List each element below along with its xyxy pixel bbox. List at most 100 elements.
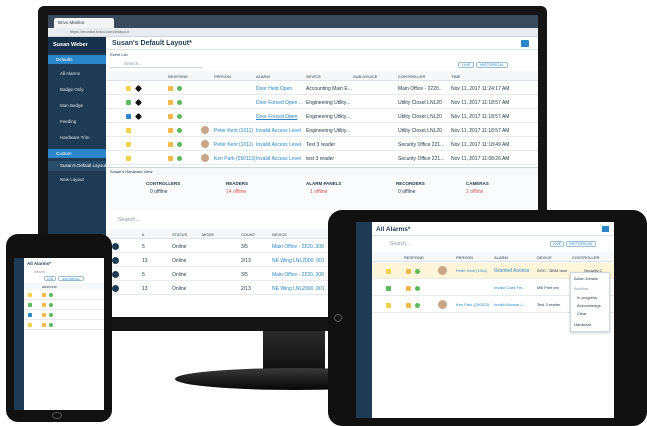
respond-icon[interactable] bbox=[42, 303, 46, 307]
controller-name[interactable]: Utility Closet LNL20 bbox=[398, 128, 442, 134]
hw-device[interactable]: Main Office - 2220..300 bbox=[272, 244, 324, 250]
alarm-name[interactable]: Granted Access bbox=[494, 268, 529, 274]
expand-icon[interactable] bbox=[112, 271, 119, 278]
table-row[interactable] bbox=[24, 321, 104, 330]
device-name[interactable]: DOC - BDM door bbox=[537, 268, 567, 273]
phone-live-button[interactable]: LIVE bbox=[44, 276, 56, 281]
person-name[interactable]: Peter Kent (1011) bbox=[456, 268, 487, 273]
sidebar-item-feeding[interactable]: Feeding bbox=[60, 119, 76, 124]
acknowledge-icon[interactable] bbox=[177, 128, 182, 133]
browser-tab[interactable]: Brivo Monitor bbox=[54, 18, 114, 28]
menu-acknowledge[interactable]: Acknowledge bbox=[577, 303, 601, 308]
acknowledge-icon[interactable] bbox=[49, 303, 53, 307]
device-name[interactable]: Accounting Main E... bbox=[306, 86, 352, 92]
respond-icon[interactable] bbox=[168, 100, 173, 105]
menu-in-progress[interactable]: In progress bbox=[577, 295, 597, 300]
hardware-search[interactable]: Search... bbox=[118, 217, 140, 223]
menu-alarm-details[interactable]: Alarm Details bbox=[574, 276, 598, 281]
respond-icon[interactable] bbox=[406, 303, 411, 308]
acknowledge-icon[interactable] bbox=[177, 114, 182, 119]
respond-icon[interactable] bbox=[168, 114, 173, 119]
phone-search[interactable]: Search... bbox=[34, 270, 48, 274]
acknowledge-icon[interactable] bbox=[49, 323, 53, 327]
acknowledge-icon[interactable] bbox=[49, 293, 53, 297]
acknowledge-icon[interactable] bbox=[177, 142, 182, 147]
acknowledge-icon[interactable] bbox=[415, 269, 420, 274]
acknowledge-icon[interactable] bbox=[177, 156, 182, 161]
grid-menu-icon[interactable] bbox=[521, 40, 529, 47]
tablet-search[interactable]: Search... bbox=[390, 241, 410, 247]
sidebar-item-hardware-trim[interactable]: Hardware Trim bbox=[60, 135, 90, 140]
hw-device[interactable]: NE Wing LNL2000 .001 bbox=[272, 258, 325, 264]
custom-section[interactable]: Custom bbox=[48, 149, 106, 158]
controller-name[interactable]: Security Office 221... bbox=[398, 142, 444, 148]
respond-icon[interactable] bbox=[168, 156, 173, 161]
respond-icon[interactable] bbox=[168, 142, 173, 147]
respond-icon[interactable] bbox=[406, 269, 411, 274]
table-row[interactable]: Peter Kent (1011) Invalid Access Level T… bbox=[106, 138, 538, 151]
controller-name[interactable]: Utility Closet LNL20 bbox=[398, 114, 442, 120]
hw-device[interactable]: NE Wing LNL2000 .001 bbox=[272, 286, 325, 292]
expand-icon[interactable] bbox=[112, 257, 119, 264]
table-row[interactable]: Door Held Open Accounting Main E... Main… bbox=[106, 82, 538, 95]
user-header[interactable]: Susan Weber bbox=[48, 37, 106, 53]
device-name[interactable]: MB Print pm bbox=[537, 285, 559, 290]
acknowledge-icon[interactable] bbox=[177, 100, 182, 105]
person-name[interactable]: Peter Kent (1011) bbox=[214, 142, 253, 148]
grid-menu-icon[interactable] bbox=[602, 226, 609, 232]
sidebar-item-badge-only[interactable]: Badge Only bbox=[60, 87, 84, 92]
acknowledge-icon[interactable] bbox=[49, 313, 53, 317]
device-name[interactable]: Engineering Utility... bbox=[306, 114, 350, 120]
address-bar[interactable]: https://monitor.brivo.com/#/layout bbox=[48, 28, 538, 37]
person-name[interactable]: Peter Kent (1011) bbox=[214, 128, 253, 134]
phone-historical-button[interactable]: HISTORICAL bbox=[58, 276, 84, 281]
device-name[interactable]: Test 3 reader bbox=[537, 302, 560, 307]
alarm-name[interactable]: Invalid Card Fm... bbox=[494, 285, 526, 290]
alarm-name[interactable]: Door Forced Open ... bbox=[256, 100, 303, 106]
tablet-historical-button[interactable]: HISTORICAL bbox=[566, 241, 596, 247]
table-row[interactable] bbox=[24, 291, 104, 300]
live-button[interactable]: LIVE bbox=[458, 62, 474, 68]
acknowledge-icon[interactable] bbox=[177, 86, 182, 91]
search-input[interactable]: Search... bbox=[110, 60, 202, 68]
table-row[interactable] bbox=[24, 301, 104, 310]
new-layout-button[interactable]: New Layout bbox=[60, 177, 84, 182]
menu-clear[interactable]: Clear bbox=[577, 311, 587, 316]
controller-name[interactable]: Utility Closet LNL20 bbox=[398, 100, 442, 106]
device-name[interactable]: Engineering Utility... bbox=[306, 100, 350, 106]
menu-hardware[interactable]: Hardware bbox=[574, 322, 591, 327]
historical-button[interactable]: HISTORICAL bbox=[476, 62, 508, 68]
person-name[interactable]: Ken Park (250113) bbox=[214, 156, 256, 162]
table-row[interactable]: Door Forced Open Engineering Utility... … bbox=[106, 110, 538, 123]
respond-icon[interactable] bbox=[406, 286, 411, 291]
hw-device[interactable]: Main Office - 2220..300 bbox=[272, 272, 324, 278]
alarm-name[interactable]: Door Forced Open bbox=[256, 114, 297, 120]
alarm-name[interactable]: Invalid Access Level bbox=[256, 128, 301, 134]
acknowledge-icon[interactable] bbox=[415, 286, 420, 291]
table-row[interactable] bbox=[24, 311, 104, 320]
device-name[interactable]: test 3 reader bbox=[306, 156, 334, 162]
alarm-name[interactable]: Invalid Access Level bbox=[256, 142, 301, 148]
controller-name[interactable]: Security Office 221... bbox=[398, 156, 444, 162]
expand-icon[interactable] bbox=[112, 243, 119, 250]
device-name[interactable]: Test 3 reader bbox=[306, 142, 335, 148]
tab-event-list[interactable]: Event List bbox=[110, 52, 128, 57]
sidebar-item-active-layout[interactable]: Susan's Default Layout bbox=[48, 161, 106, 171]
tablet-live-button[interactable]: LIVE bbox=[550, 241, 564, 247]
controller-name[interactable]: Main Office - 2220.. bbox=[398, 86, 442, 92]
sidebar-item-all-alarms[interactable]: All Alarms bbox=[60, 71, 80, 76]
respond-icon[interactable] bbox=[42, 313, 46, 317]
defaults-section[interactable]: Defaults bbox=[48, 55, 106, 64]
person-name[interactable]: Ken Park (250113) bbox=[456, 302, 489, 307]
respond-icon[interactable] bbox=[42, 293, 46, 297]
acknowledge-icon[interactable] bbox=[415, 303, 420, 308]
table-row[interactable]: Door Forced Open ... Engineering Utility… bbox=[106, 96, 538, 109]
respond-icon[interactable] bbox=[168, 128, 173, 133]
respond-icon[interactable] bbox=[168, 86, 173, 91]
alarm-name[interactable]: Invalid Access L... bbox=[494, 302, 526, 307]
respond-icon[interactable] bbox=[42, 323, 46, 327]
table-row[interactable]: Ken Park (250113) Invalid Access Level t… bbox=[106, 152, 538, 165]
device-name[interactable]: Engineering Utility... bbox=[306, 128, 350, 134]
tab-hardware-view[interactable]: Susan's Hardware View bbox=[110, 169, 152, 174]
table-row[interactable]: Peter Kent (1011) Invalid Access Level E… bbox=[106, 124, 538, 137]
